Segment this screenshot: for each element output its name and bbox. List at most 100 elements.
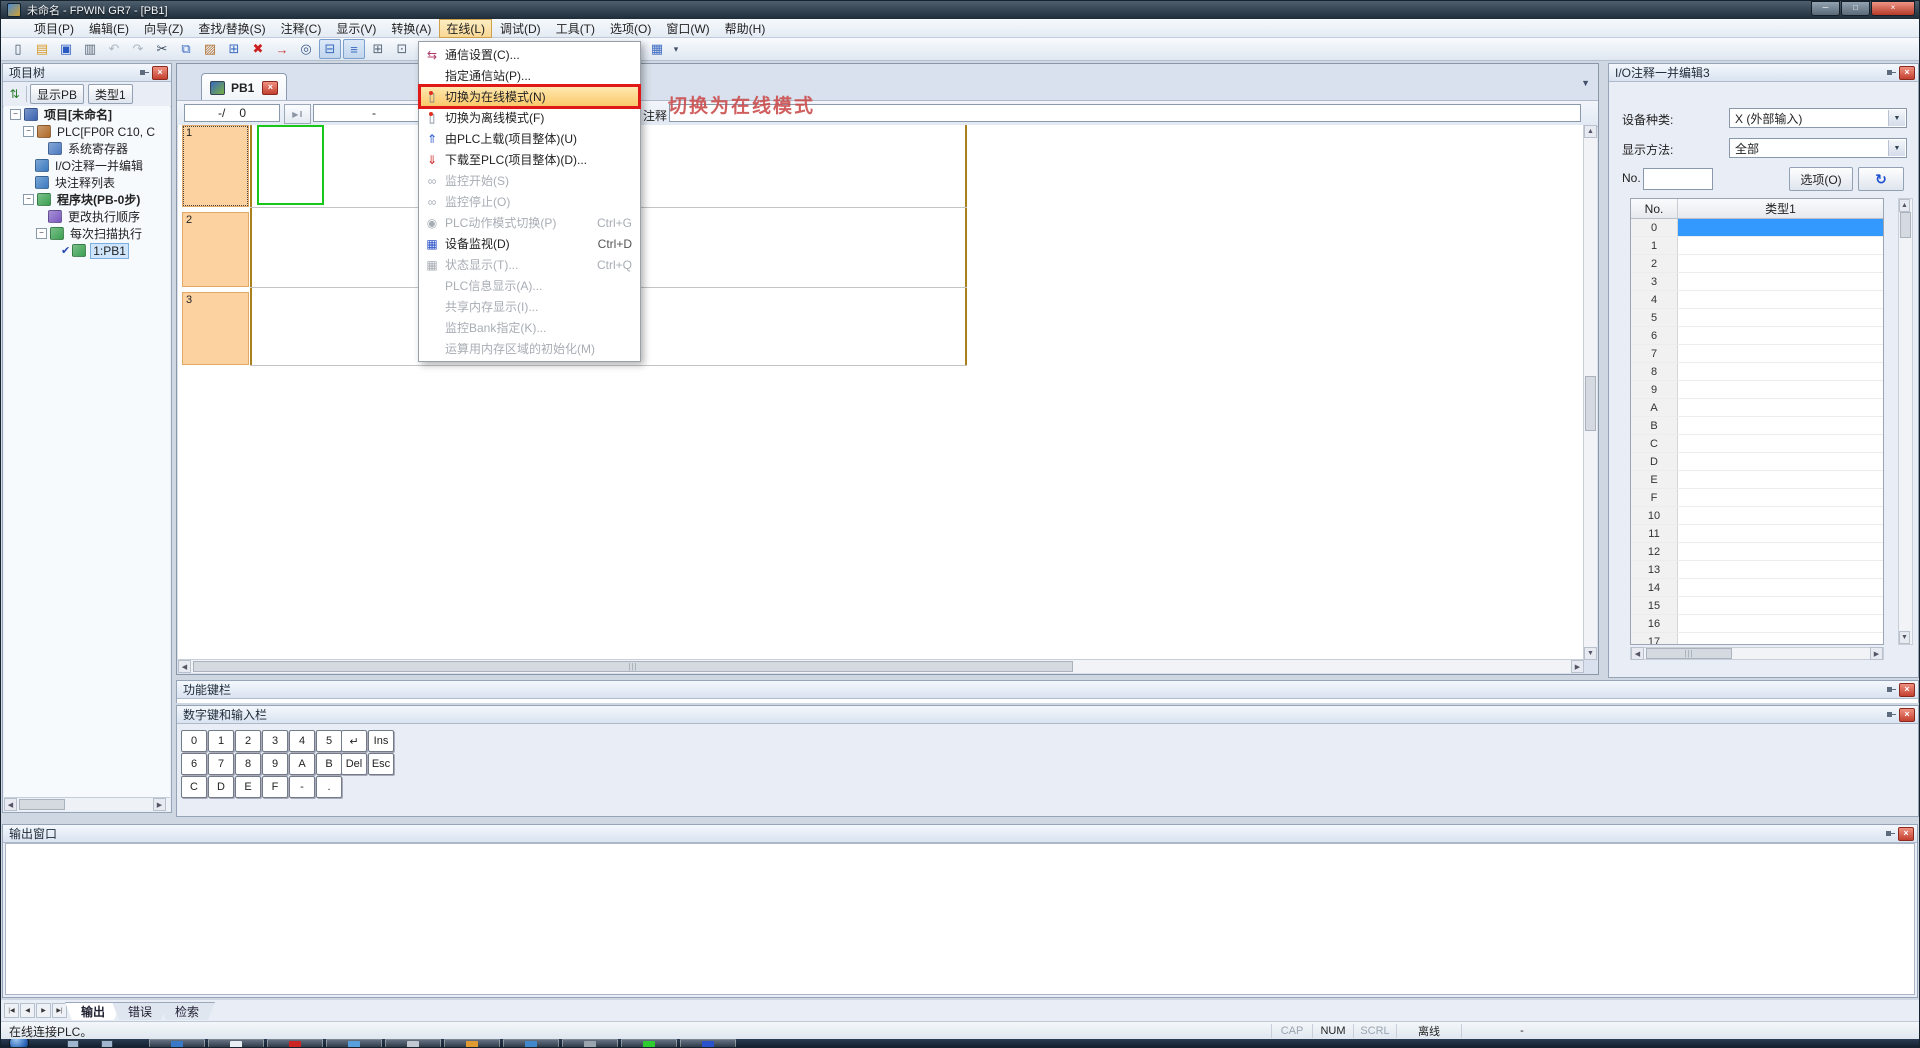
io-row-value[interactable] bbox=[1678, 489, 1883, 506]
tree-node-change-exec-order[interactable]: 更改执行顺序 bbox=[4, 208, 170, 225]
io-row-value[interactable] bbox=[1678, 273, 1883, 290]
io-row-value[interactable] bbox=[1678, 525, 1883, 542]
play-pause-icon[interactable]: ▶‖ bbox=[284, 104, 311, 124]
taskbar-app-icon[interactable] bbox=[444, 1039, 500, 1048]
grid-display-alt-icon[interactable]: ⊡ bbox=[391, 39, 413, 59]
pin-icon[interactable] bbox=[1885, 828, 1896, 839]
taskbar-app-icon[interactable] bbox=[621, 1039, 677, 1048]
scroll-up-icon[interactable]: ▲ bbox=[1899, 199, 1910, 212]
comment-monitor-icon[interactable]: ▦ bbox=[646, 39, 668, 59]
tree-node-scan-execution[interactable]: −每次扫描执行 bbox=[4, 225, 170, 242]
tree-node-program-block[interactable]: −程序块(PB-0步) bbox=[4, 191, 170, 208]
close-icon[interactable]: × bbox=[1899, 66, 1915, 80]
type1-button[interactable]: 类型1 bbox=[88, 84, 133, 104]
maximize-button[interactable]: □ bbox=[1841, 1, 1870, 16]
taskbar-app-icon[interactable] bbox=[208, 1039, 264, 1048]
rung-gutter-2[interactable]: 2 bbox=[182, 212, 249, 287]
scroll-right-icon[interactable]: ▶ bbox=[1870, 647, 1883, 660]
expand-collapse-icon[interactable]: − bbox=[23, 126, 34, 137]
scroll-down-icon[interactable]: ▼ bbox=[1584, 647, 1597, 660]
key-6[interactable]: 6 bbox=[181, 753, 207, 775]
tree-node-pb1[interactable]: ✔1:PB1 bbox=[4, 242, 170, 259]
menubar-item[interactable]: 选项(O) bbox=[603, 19, 658, 38]
scroll-left-icon[interactable]: ◀ bbox=[1631, 647, 1644, 660]
taskbar-app-icon[interactable] bbox=[562, 1039, 618, 1048]
key-F[interactable]: F bbox=[262, 776, 288, 798]
key-7[interactable]: 7 bbox=[208, 753, 234, 775]
io-row-value[interactable] bbox=[1678, 291, 1883, 308]
rung-gutter-3[interactable]: 3 bbox=[182, 292, 249, 365]
io-row-value[interactable] bbox=[1678, 363, 1883, 380]
taskbar-app-icon[interactable] bbox=[326, 1039, 382, 1048]
io-row-value[interactable] bbox=[1678, 309, 1883, 326]
scroll-left-icon[interactable]: ◀ bbox=[4, 798, 17, 811]
io-row-value[interactable] bbox=[1678, 561, 1883, 578]
key-0[interactable]: 0 bbox=[181, 730, 207, 752]
tree-filter-icon[interactable]: ⇅ bbox=[6, 86, 23, 103]
io-row-value[interactable] bbox=[1678, 507, 1883, 524]
key-2[interactable]: 2 bbox=[235, 730, 261, 752]
io-row-value[interactable] bbox=[1678, 435, 1883, 452]
grid-display-icon[interactable]: ⊞ bbox=[367, 39, 389, 59]
toolbar-overflow-icon[interactable]: ▾ bbox=[669, 39, 683, 59]
tree-node-system-register[interactable]: 系统寄存器 bbox=[4, 140, 170, 157]
tree-node-io-comment-edit[interactable]: I/O注释一并编辑 bbox=[4, 157, 170, 174]
key-↵[interactable]: ↵ bbox=[341, 730, 367, 752]
expand-collapse-icon[interactable]: − bbox=[10, 109, 21, 120]
insert-row-icon[interactable]: ⊞ bbox=[223, 39, 245, 59]
menubar-item[interactable]: 项目(P) bbox=[27, 19, 81, 38]
menubar-item[interactable]: 显示(V) bbox=[329, 19, 383, 38]
bottom-tab-错误[interactable]: 错误 bbox=[112, 1002, 168, 1020]
key-Ins[interactable]: Ins bbox=[368, 730, 394, 752]
io-row-value[interactable] bbox=[1678, 327, 1883, 344]
refresh-button[interactable]: ↻ bbox=[1858, 167, 1904, 191]
pin-icon[interactable] bbox=[139, 67, 150, 78]
pin-icon[interactable] bbox=[1886, 67, 1897, 78]
tree-node-project[interactable]: −项目[未命名] bbox=[4, 106, 170, 123]
menu-item-communication-settings[interactable]: ⇆通信设置(C)... bbox=[419, 44, 640, 65]
io-row-value[interactable] bbox=[1678, 579, 1883, 596]
taskbar-app-icon[interactable] bbox=[267, 1039, 323, 1048]
jump-icon[interactable]: → bbox=[271, 39, 293, 59]
copy-icon[interactable]: ⧉ bbox=[175, 39, 197, 59]
key-.[interactable]: . bbox=[316, 776, 342, 798]
instruction-list-toggle-icon[interactable]: ≡ bbox=[343, 39, 365, 59]
quick-launch-icon[interactable] bbox=[67, 1040, 79, 1048]
io-row-value[interactable] bbox=[1678, 399, 1883, 416]
scroll-right-icon[interactable]: ▶ bbox=[153, 798, 166, 811]
find-icon[interactable]: ◎ bbox=[295, 39, 317, 59]
expand-collapse-icon[interactable]: − bbox=[23, 194, 34, 205]
menubar-item[interactable]: 向导(Z) bbox=[137, 19, 190, 38]
taskbar-app-icon[interactable] bbox=[680, 1039, 736, 1048]
scrollbar-thumb[interactable] bbox=[1900, 212, 1911, 238]
key-9[interactable]: 9 bbox=[262, 753, 288, 775]
menubar-item[interactable]: 调试(D) bbox=[493, 19, 548, 38]
tab-nav-icon[interactable]: |◀ bbox=[4, 1003, 19, 1018]
menubar-item[interactable]: 查找/替换(S) bbox=[191, 19, 272, 38]
tab-list-dropdown-icon[interactable]: ▼ bbox=[1581, 78, 1590, 88]
bottom-tab-检索[interactable]: 检索 bbox=[159, 1002, 215, 1020]
key-B[interactable]: B bbox=[316, 753, 342, 775]
key-4[interactable]: 4 bbox=[289, 730, 315, 752]
expand-collapse-icon[interactable]: − bbox=[36, 228, 47, 239]
display-method-select[interactable]: 全部 ▼ bbox=[1729, 138, 1907, 158]
close-icon[interactable]: × bbox=[1898, 827, 1914, 841]
io-row-value[interactable] bbox=[1678, 345, 1883, 362]
print-icon[interactable]: ▥ bbox=[79, 39, 101, 59]
io-row-value[interactable] bbox=[1678, 453, 1883, 470]
menubar-item[interactable]: 在线(L) bbox=[439, 19, 492, 38]
menubar-item[interactable]: 注释(C) bbox=[274, 19, 329, 38]
close-icon[interactable]: × bbox=[1899, 708, 1915, 722]
key-3[interactable]: 3 bbox=[262, 730, 288, 752]
io-row-value[interactable] bbox=[1678, 219, 1883, 236]
close-icon[interactable]: × bbox=[1899, 683, 1915, 697]
key-1[interactable]: 1 bbox=[208, 730, 234, 752]
io-row-value[interactable] bbox=[1678, 237, 1883, 254]
close-button[interactable]: × bbox=[1871, 1, 1915, 16]
scroll-down-icon[interactable]: ▼ bbox=[1899, 631, 1910, 644]
io-row-value[interactable] bbox=[1678, 543, 1883, 560]
taskbar-app-icon[interactable] bbox=[385, 1039, 441, 1048]
open-folder-icon[interactable]: ▤ bbox=[31, 39, 53, 59]
key--[interactable]: - bbox=[289, 776, 315, 798]
minimize-button[interactable]: ─ bbox=[1811, 1, 1840, 16]
